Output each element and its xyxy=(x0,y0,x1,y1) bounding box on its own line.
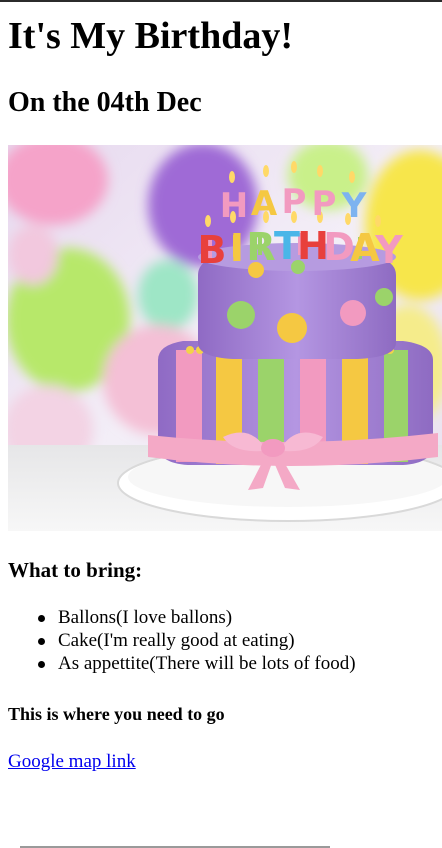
bullet-icon xyxy=(38,661,45,668)
date-heading: On the 04th Dec xyxy=(8,87,202,118)
list-item-text: As appettite(There will be lots of food) xyxy=(58,653,356,674)
candle-letter: Y xyxy=(374,228,403,272)
bullet-icon xyxy=(38,615,45,622)
birthday-cake-image: H A P P Y B I R T H D A Y xyxy=(8,145,442,531)
candle-letter: B xyxy=(198,228,227,272)
location-heading: This is where you need to go xyxy=(8,704,225,724)
list-item: As appettite(There will be lots of food) xyxy=(8,652,442,675)
list-item: Cake(I'm really good at eating) xyxy=(8,629,442,652)
bring-list: Ballons(I love ballons) Cake(I'm really … xyxy=(8,606,442,675)
list-item-text: Ballons(I love ballons) xyxy=(58,607,233,628)
list-item-text: Cake(I'm really good at eating) xyxy=(58,630,295,651)
top-border xyxy=(0,0,442,2)
candle-letter: A xyxy=(251,184,278,224)
candle-letter: I xyxy=(230,226,244,270)
candle-letter: Y xyxy=(341,186,367,226)
candle-letter: P xyxy=(312,184,337,224)
bullet-icon xyxy=(38,638,45,645)
bring-heading: What to bring: xyxy=(8,558,143,582)
candle-letter: R xyxy=(246,225,275,269)
candle-letter: P xyxy=(282,182,307,222)
list-item: Ballons(I love ballons) xyxy=(8,606,442,629)
candle-letter: H xyxy=(220,186,248,226)
page-title: It's My Birthday! xyxy=(8,15,293,57)
google-map-link[interactable]: Google map link xyxy=(8,750,136,774)
